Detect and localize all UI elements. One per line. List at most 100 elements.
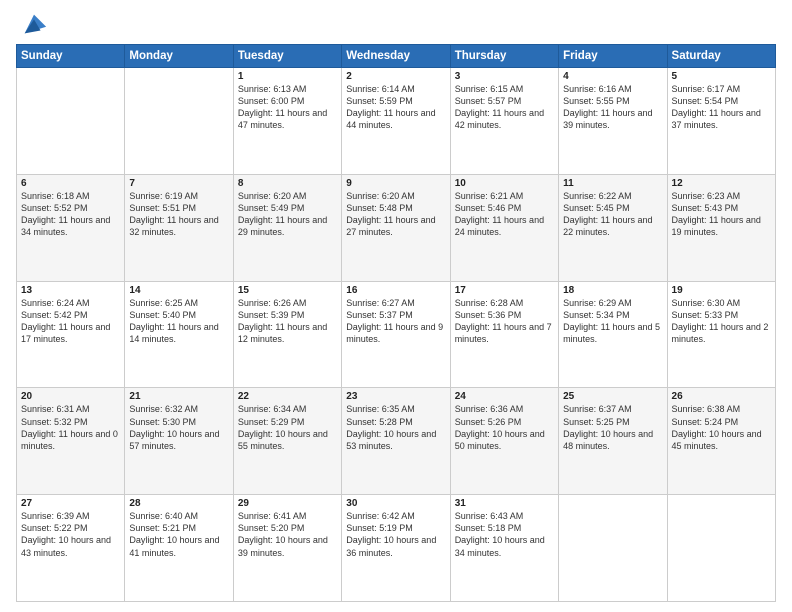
day-cell: 18Sunrise: 6:29 AM Sunset: 5:34 PM Dayli… [559,281,667,388]
day-cell: 28Sunrise: 6:40 AM Sunset: 5:21 PM Dayli… [125,495,233,602]
day-info: Sunrise: 6:14 AM Sunset: 5:59 PM Dayligh… [346,83,445,132]
day-info: Sunrise: 6:20 AM Sunset: 5:49 PM Dayligh… [238,190,337,239]
day-info: Sunrise: 6:29 AM Sunset: 5:34 PM Dayligh… [563,297,662,346]
day-info: Sunrise: 6:25 AM Sunset: 5:40 PM Dayligh… [129,297,228,346]
weekday-header-wednesday: Wednesday [342,45,450,68]
day-cell [559,495,667,602]
day-number: 21 [129,391,228,402]
day-info: Sunrise: 6:43 AM Sunset: 5:18 PM Dayligh… [455,510,554,559]
day-cell: 6Sunrise: 6:18 AM Sunset: 5:52 PM Daylig… [17,174,125,281]
weekday-header-monday: Monday [125,45,233,68]
weekday-header-tuesday: Tuesday [233,45,341,68]
day-number: 28 [129,498,228,509]
day-cell: 13Sunrise: 6:24 AM Sunset: 5:42 PM Dayli… [17,281,125,388]
day-info: Sunrise: 6:15 AM Sunset: 5:57 PM Dayligh… [455,83,554,132]
day-number: 30 [346,498,445,509]
day-number: 14 [129,285,228,296]
day-cell: 31Sunrise: 6:43 AM Sunset: 5:18 PM Dayli… [450,495,558,602]
day-info: Sunrise: 6:39 AM Sunset: 5:22 PM Dayligh… [21,510,120,559]
day-number: 17 [455,285,554,296]
day-cell: 1Sunrise: 6:13 AM Sunset: 6:00 PM Daylig… [233,68,341,175]
day-number: 3 [455,71,554,82]
day-number: 27 [21,498,120,509]
day-info: Sunrise: 6:16 AM Sunset: 5:55 PM Dayligh… [563,83,662,132]
day-number: 4 [563,71,662,82]
day-info: Sunrise: 6:37 AM Sunset: 5:25 PM Dayligh… [563,403,662,452]
day-cell: 2Sunrise: 6:14 AM Sunset: 5:59 PM Daylig… [342,68,450,175]
day-info: Sunrise: 6:26 AM Sunset: 5:39 PM Dayligh… [238,297,337,346]
day-number: 31 [455,498,554,509]
day-info: Sunrise: 6:41 AM Sunset: 5:20 PM Dayligh… [238,510,337,559]
day-number: 23 [346,391,445,402]
day-cell: 16Sunrise: 6:27 AM Sunset: 5:37 PM Dayli… [342,281,450,388]
day-number: 18 [563,285,662,296]
day-number: 5 [672,71,771,82]
day-cell: 12Sunrise: 6:23 AM Sunset: 5:43 PM Dayli… [667,174,775,281]
day-info: Sunrise: 6:42 AM Sunset: 5:19 PM Dayligh… [346,510,445,559]
day-info: Sunrise: 6:19 AM Sunset: 5:51 PM Dayligh… [129,190,228,239]
weekday-header-friday: Friday [559,45,667,68]
day-info: Sunrise: 6:34 AM Sunset: 5:29 PM Dayligh… [238,403,337,452]
day-cell: 25Sunrise: 6:37 AM Sunset: 5:25 PM Dayli… [559,388,667,495]
week-row-4: 20Sunrise: 6:31 AM Sunset: 5:32 PM Dayli… [17,388,776,495]
day-number: 24 [455,391,554,402]
day-info: Sunrise: 6:18 AM Sunset: 5:52 PM Dayligh… [21,190,120,239]
day-cell: 3Sunrise: 6:15 AM Sunset: 5:57 PM Daylig… [450,68,558,175]
day-number: 2 [346,71,445,82]
day-info: Sunrise: 6:31 AM Sunset: 5:32 PM Dayligh… [21,403,120,452]
day-cell: 7Sunrise: 6:19 AM Sunset: 5:51 PM Daylig… [125,174,233,281]
calendar-table: SundayMondayTuesdayWednesdayThursdayFrid… [16,44,776,602]
day-number: 22 [238,391,337,402]
header [16,10,776,38]
day-info: Sunrise: 6:13 AM Sunset: 6:00 PM Dayligh… [238,83,337,132]
day-cell: 9Sunrise: 6:20 AM Sunset: 5:48 PM Daylig… [342,174,450,281]
day-number: 9 [346,178,445,189]
day-cell: 21Sunrise: 6:32 AM Sunset: 5:30 PM Dayli… [125,388,233,495]
day-cell: 14Sunrise: 6:25 AM Sunset: 5:40 PM Dayli… [125,281,233,388]
day-cell: 24Sunrise: 6:36 AM Sunset: 5:26 PM Dayli… [450,388,558,495]
day-cell [667,495,775,602]
weekday-header-row: SundayMondayTuesdayWednesdayThursdayFrid… [17,45,776,68]
weekday-header-sunday: Sunday [17,45,125,68]
day-number: 8 [238,178,337,189]
day-number: 11 [563,178,662,189]
week-row-1: 1Sunrise: 6:13 AM Sunset: 6:00 PM Daylig… [17,68,776,175]
week-row-5: 27Sunrise: 6:39 AM Sunset: 5:22 PM Dayli… [17,495,776,602]
day-number: 25 [563,391,662,402]
day-cell: 26Sunrise: 6:38 AM Sunset: 5:24 PM Dayli… [667,388,775,495]
day-cell: 15Sunrise: 6:26 AM Sunset: 5:39 PM Dayli… [233,281,341,388]
week-row-3: 13Sunrise: 6:24 AM Sunset: 5:42 PM Dayli… [17,281,776,388]
day-number: 13 [21,285,120,296]
day-cell [17,68,125,175]
logo-icon [20,10,48,38]
day-info: Sunrise: 6:28 AM Sunset: 5:36 PM Dayligh… [455,297,554,346]
day-info: Sunrise: 6:21 AM Sunset: 5:46 PM Dayligh… [455,190,554,239]
day-cell: 5Sunrise: 6:17 AM Sunset: 5:54 PM Daylig… [667,68,775,175]
day-info: Sunrise: 6:30 AM Sunset: 5:33 PM Dayligh… [672,297,771,346]
day-info: Sunrise: 6:35 AM Sunset: 5:28 PM Dayligh… [346,403,445,452]
day-cell: 30Sunrise: 6:42 AM Sunset: 5:19 PM Dayli… [342,495,450,602]
day-info: Sunrise: 6:23 AM Sunset: 5:43 PM Dayligh… [672,190,771,239]
day-cell: 22Sunrise: 6:34 AM Sunset: 5:29 PM Dayli… [233,388,341,495]
day-cell: 11Sunrise: 6:22 AM Sunset: 5:45 PM Dayli… [559,174,667,281]
day-info: Sunrise: 6:22 AM Sunset: 5:45 PM Dayligh… [563,190,662,239]
day-number: 16 [346,285,445,296]
day-number: 1 [238,71,337,82]
day-cell: 19Sunrise: 6:30 AM Sunset: 5:33 PM Dayli… [667,281,775,388]
day-cell: 8Sunrise: 6:20 AM Sunset: 5:49 PM Daylig… [233,174,341,281]
logo [16,10,48,38]
day-info: Sunrise: 6:17 AM Sunset: 5:54 PM Dayligh… [672,83,771,132]
week-row-2: 6Sunrise: 6:18 AM Sunset: 5:52 PM Daylig… [17,174,776,281]
day-info: Sunrise: 6:40 AM Sunset: 5:21 PM Dayligh… [129,510,228,559]
day-cell: 27Sunrise: 6:39 AM Sunset: 5:22 PM Dayli… [17,495,125,602]
weekday-header-thursday: Thursday [450,45,558,68]
day-cell: 29Sunrise: 6:41 AM Sunset: 5:20 PM Dayli… [233,495,341,602]
day-cell: 10Sunrise: 6:21 AM Sunset: 5:46 PM Dayli… [450,174,558,281]
day-info: Sunrise: 6:20 AM Sunset: 5:48 PM Dayligh… [346,190,445,239]
day-number: 26 [672,391,771,402]
day-info: Sunrise: 6:38 AM Sunset: 5:24 PM Dayligh… [672,403,771,452]
day-info: Sunrise: 6:24 AM Sunset: 5:42 PM Dayligh… [21,297,120,346]
day-cell: 20Sunrise: 6:31 AM Sunset: 5:32 PM Dayli… [17,388,125,495]
day-cell [125,68,233,175]
day-number: 10 [455,178,554,189]
